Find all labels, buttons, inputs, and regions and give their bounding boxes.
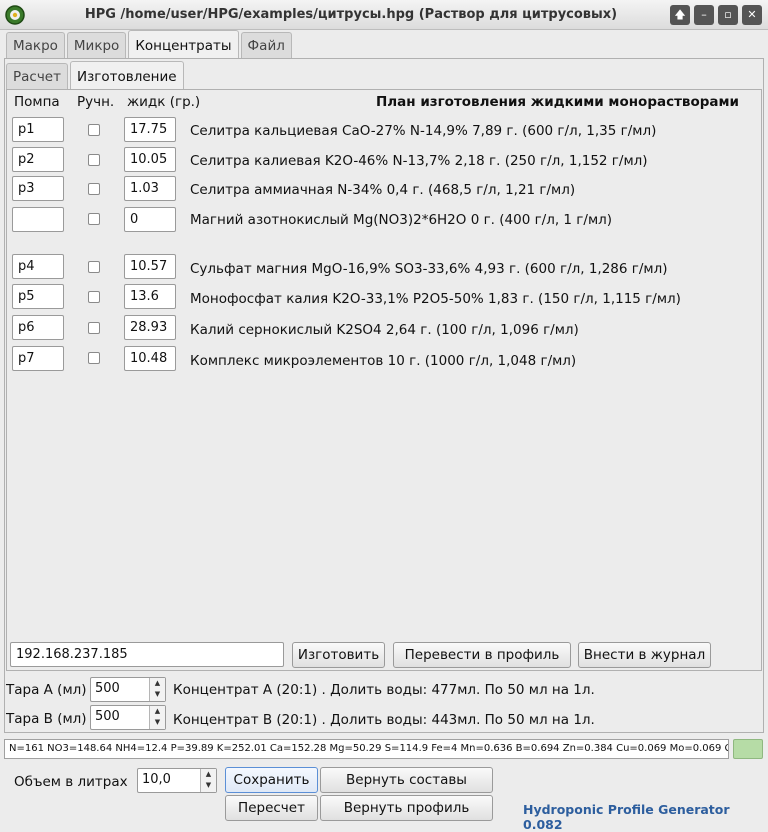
tab-concentrates[interactable]: Концентраты <box>128 30 239 58</box>
tab-macro[interactable]: Макро <box>6 32 65 58</box>
pump-field[interactable]: p3 <box>12 176 64 201</box>
manual-checkbox[interactable] <box>88 183 100 195</box>
tara-a-label: Тара A (мл) <box>6 682 87 698</box>
spin-down-icon[interactable]: ▼ <box>150 689 165 700</box>
return-profile-button[interactable]: Вернуть профиль <box>320 795 493 821</box>
column-header-pump: Помпа <box>14 94 60 110</box>
row-description: Селитра аммиачная N-34% 0,4 г. (468,5 г/… <box>190 182 576 198</box>
spin-up-icon[interactable]: ▲ <box>201 769 216 780</box>
row-description: Магний азотнокислый Mg(NO3)2*6H2O 0 г. (… <box>190 212 613 228</box>
liquid-field[interactable]: 10.48 <box>124 346 176 371</box>
spin-down-icon[interactable]: ▼ <box>150 717 165 728</box>
title-bar: HPG /home/user/HPG/examples/цитрусы.hpg … <box>0 0 768 30</box>
ip-address-input[interactable]: 192.168.237.185 <box>10 642 284 667</box>
manual-checkbox[interactable] <box>88 124 100 136</box>
app-logo-icon <box>5 5 25 25</box>
concentrate-b-info: Концентрат B (20:1) . Долить воды: 443мл… <box>173 712 595 728</box>
restore-compositions-button[interactable]: Вернуть составы <box>320 767 493 793</box>
column-header-liquid: жидк (гр.) <box>127 94 201 110</box>
window-title: HPG /home/user/HPG/examples/цитрусы.hpg … <box>84 7 618 22</box>
liquid-field[interactable]: 17.75 <box>124 117 176 142</box>
spin-up-icon[interactable]: ▲ <box>150 706 165 717</box>
tab-production[interactable]: Изготовление <box>69 61 184 89</box>
manual-checkbox[interactable] <box>88 261 100 273</box>
pump-field[interactable]: p2 <box>12 147 64 172</box>
tara-a-spinbox[interactable]: 500 ▲ ▼ <box>90 677 166 702</box>
manual-checkbox[interactable] <box>88 291 100 303</box>
tara-b-value: 500 <box>95 709 120 724</box>
tab-micro[interactable]: Микро <box>66 32 127 58</box>
pump-field[interactable]: p1 <box>12 117 64 142</box>
window-up-icon[interactable]: 🡅 <box>670 5 690 25</box>
tab-calculation[interactable]: Расчет <box>6 63 68 89</box>
status-indicator <box>733 739 763 759</box>
column-header-manual: Ручн. <box>77 94 115 110</box>
volume-label: Объем в литрах <box>14 774 128 790</box>
plan-title: План изготовления жидкими монорастворами <box>376 94 740 110</box>
manual-checkbox[interactable] <box>88 154 100 166</box>
manual-checkbox[interactable] <box>88 322 100 334</box>
recalculate-button[interactable]: Пересчет <box>225 795 318 821</box>
row-description: Селитра калиевая K2O-46% N-13,7% 2,18 г.… <box>190 153 648 169</box>
spin-up-icon[interactable]: ▲ <box>150 678 165 689</box>
tara-b-spinbox[interactable]: 500 ▲ ▼ <box>90 705 166 730</box>
row-description: Монофосфат калия K2O-33,1% P2O5-50% 1,83… <box>190 291 681 307</box>
liquid-field[interactable]: 28.93 <box>124 315 176 340</box>
liquid-field[interactable]: 10.05 <box>124 147 176 172</box>
pump-field[interactable]: p4 <box>12 254 64 279</box>
volume-spinbox[interactable]: 10,0 ▲ ▼ <box>137 768 217 793</box>
row-description: Калий сернокислый K2SO4 2,64 г. (100 г/л… <box>190 322 579 338</box>
liquid-field[interactable]: 0 <box>124 207 176 232</box>
row-description: Комплекс микроэлементов 10 г. (1000 г/л,… <box>190 353 577 369</box>
pump-field[interactable]: p5 <box>12 284 64 309</box>
manual-checkbox[interactable] <box>88 213 100 225</box>
close-icon[interactable]: ✕ <box>742 5 762 25</box>
sub-tab-bar: Расчет Изготовление <box>6 61 186 89</box>
manual-checkbox[interactable] <box>88 352 100 364</box>
make-button[interactable]: Изготовить <box>292 642 385 668</box>
app-brand: Hydroponic Profile Generator 0.082 <box>523 802 730 832</box>
liquid-field[interactable]: 13.6 <box>124 284 176 309</box>
pump-field[interactable]: p7 <box>12 346 64 371</box>
row-description: Сульфат магния MgO-16,9% SO3-33,6% 4,93 … <box>190 261 668 277</box>
liquid-field[interactable]: 1.03 <box>124 176 176 201</box>
row-description: Селитра кальциевая CaO-27% N-14,9% 7,89 … <box>190 123 657 139</box>
composition-status: N=161 NO3=148.64 NH4=12.4 P=39.89 K=252.… <box>4 739 729 759</box>
maximize-icon[interactable]: ▫ <box>718 5 738 25</box>
save-button[interactable]: Сохранить <box>225 767 318 793</box>
production-panel <box>6 89 762 671</box>
transfer-to-profile-button[interactable]: Перевести в профиль <box>393 642 571 668</box>
tara-b-label: Тара B (мл) <box>6 711 87 727</box>
pump-field[interactable] <box>12 207 64 232</box>
volume-value: 10,0 <box>142 772 171 787</box>
concentrate-a-info: Концентрат A (20:1) . Долить воды: 477мл… <box>173 682 595 698</box>
tara-a-value: 500 <box>95 681 120 696</box>
add-to-journal-button[interactable]: Внести в журнал <box>578 642 711 668</box>
liquid-field[interactable]: 10.57 <box>124 254 176 279</box>
spin-down-icon[interactable]: ▼ <box>201 780 216 791</box>
pump-field[interactable]: p6 <box>12 315 64 340</box>
minimize-icon[interactable]: – <box>694 5 714 25</box>
tab-file[interactable]: Файл <box>240 32 292 58</box>
main-tab-bar: Макро Микро Концентраты Файл <box>6 30 294 58</box>
